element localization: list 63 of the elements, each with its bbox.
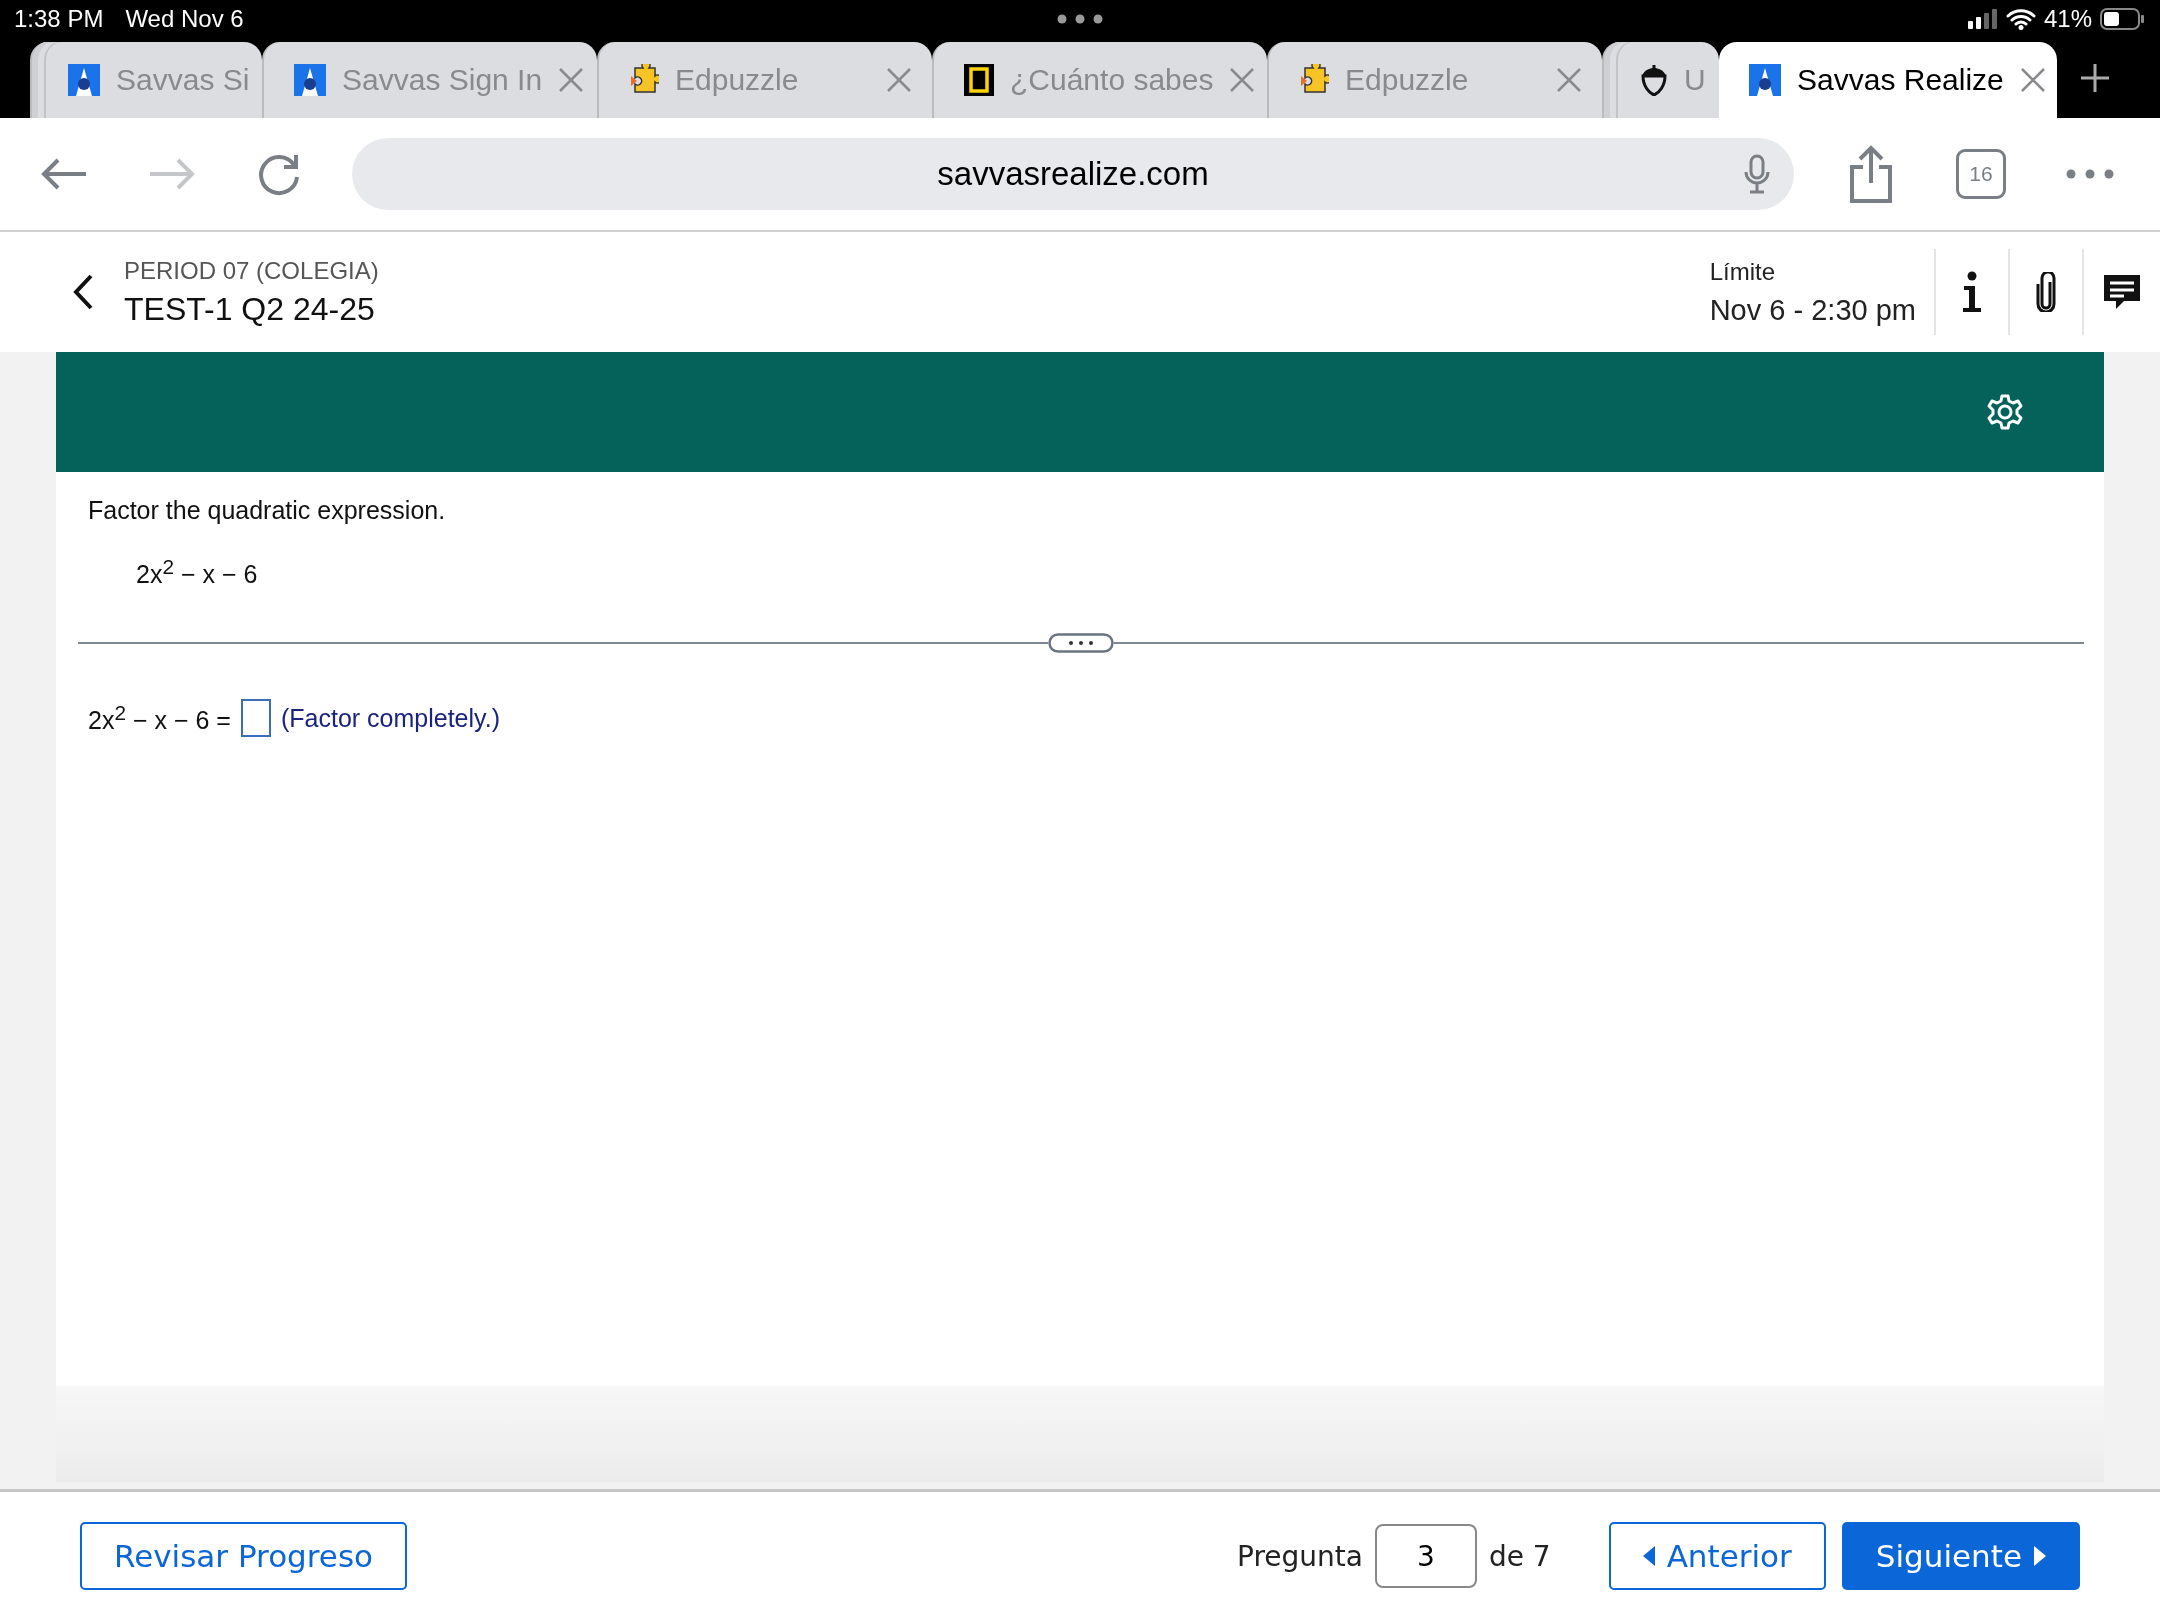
question-total: de 7 [1488, 1539, 1551, 1573]
back-chevron-icon[interactable] [72, 273, 94, 311]
signal-icon [1967, 9, 1998, 29]
new-tab-icon[interactable] [2079, 62, 2111, 94]
close-icon[interactable] [558, 67, 585, 93]
close-icon[interactable] [886, 67, 912, 93]
address-field[interactable]: savvasrealize.com [352, 138, 1794, 210]
battery-percent: 41% [2043, 5, 2092, 33]
due-label: Límite [1709, 257, 1777, 286]
question-label: Pregunta [1237, 1539, 1363, 1573]
tab-title: Savvas Realize [1797, 63, 2004, 97]
settings-icon[interactable] [1986, 393, 2024, 431]
right-triangle-icon [2034, 1546, 2046, 1566]
tab-title: Savvas Sign In [342, 63, 543, 97]
due-date: Nov 6 - 2:30 pm [1709, 293, 1916, 327]
resize-handle-icon[interactable] [1048, 633, 1114, 654]
frame-icon [964, 64, 994, 96]
microphone-icon[interactable] [1744, 154, 1770, 194]
tab-title: Edpuzzle [675, 63, 800, 97]
tab-title: U [1684, 63, 1706, 97]
puzzle-piece-icon [629, 64, 659, 96]
tab-title: Edpuzzle [1345, 63, 1470, 97]
acorn-icon [1640, 64, 1668, 96]
answer-hint: (Factor completely.) [280, 703, 500, 733]
savvas-logo-icon [294, 64, 326, 96]
multitasking-dots-icon[interactable] [1057, 14, 1103, 24]
left-triangle-icon [1642, 1546, 1655, 1566]
more-icon[interactable] [2066, 169, 2114, 179]
close-icon[interactable] [2019, 67, 2046, 93]
status-time: 1:38 PM [14, 5, 104, 33]
browser-tab[interactable]: Edpuzzle [597, 42, 932, 118]
question-prompt: Factor the quadratic expression. [88, 496, 447, 525]
answer-equation: 2x$^{2}$ − x − 6 = [88, 701, 231, 736]
status-date: Wed Nov 6 [125, 5, 244, 33]
tab-count-button[interactable]: 16 [1956, 149, 2006, 199]
savvas-logo-icon [1749, 64, 1781, 96]
close-icon[interactable] [1229, 67, 1256, 93]
next-button[interactable]: Siguiente [1841, 1522, 2080, 1590]
browser-tab[interactable]: Savvas Si [30, 42, 262, 118]
browser-tab[interactable]: Savvas Realize [1719, 42, 2057, 118]
question-number-field[interactable]: 3 [1374, 1524, 1477, 1588]
math-expression: 2x$^{2}$ − x − 6 [136, 555, 259, 590]
assignment-title: TEST-1 Q2 24-25 [124, 290, 376, 328]
paperclip-icon[interactable] [2036, 272, 2056, 312]
browser-tab[interactable]: Edpuzzle [1267, 42, 1602, 118]
class-name: PERIOD 07 (COLEGIA) [124, 256, 380, 285]
puzzle-piece-icon [1299, 64, 1329, 96]
share-icon[interactable] [1848, 145, 1894, 203]
battery-icon [2100, 8, 2146, 30]
wifi-icon [2005, 8, 2036, 30]
tab-title: Savvas Si [116, 63, 250, 97]
browser-tab[interactable]: U [1602, 42, 1719, 118]
answer-box[interactable] [240, 699, 271, 738]
back-arrow-icon[interactable] [40, 157, 88, 191]
savvas-logo-icon [68, 64, 100, 96]
review-progress-button[interactable]: Revisar Progreso [80, 1522, 408, 1590]
comment-icon[interactable] [2102, 273, 2142, 311]
tab-title: ¿Cuánto sabes [1010, 63, 1214, 97]
close-icon[interactable] [1556, 67, 1582, 93]
browser-tab[interactable]: Savvas Sign In [262, 42, 597, 118]
previous-button[interactable]: Anterior [1608, 1522, 1826, 1590]
info-icon[interactable] [1961, 271, 1983, 313]
browser-tab[interactable]: ¿Cuánto sabes [932, 42, 1267, 118]
